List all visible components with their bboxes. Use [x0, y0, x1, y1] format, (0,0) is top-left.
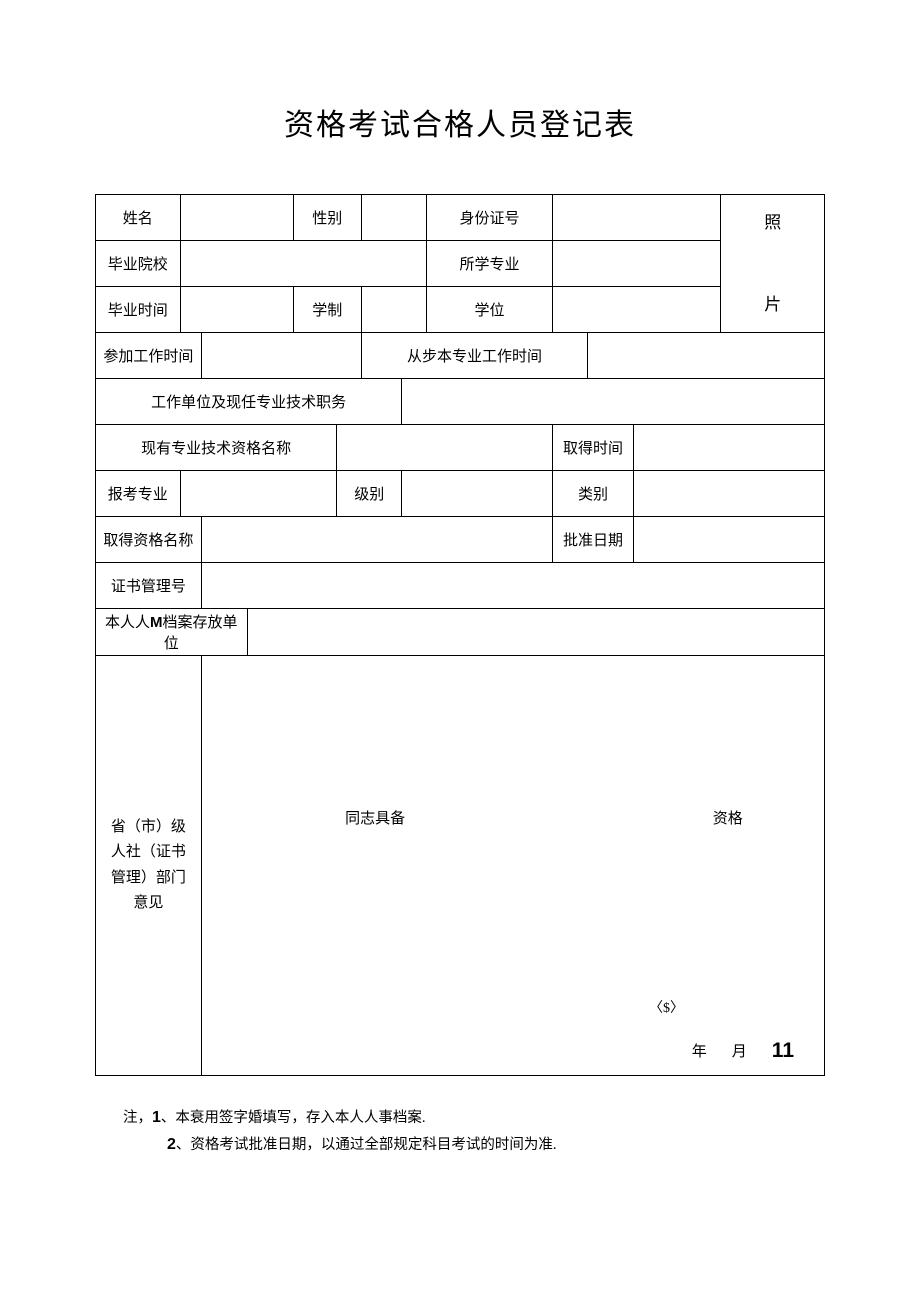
label-school: 毕业院校 [96, 241, 181, 287]
label-degree: 学位 [426, 287, 552, 333]
field-school[interactable] [180, 241, 426, 287]
label-approve-date: 批准日期 [553, 517, 634, 563]
label-schooling: 学制 [293, 287, 362, 333]
label-id-number: 身份证号 [426, 195, 552, 241]
label-name: 姓名 [96, 195, 181, 241]
field-obtained-qual[interactable] [201, 517, 552, 563]
footnote-2: 2、资格考试批准日期，以通过全部规定科目考试的时间为准. [123, 1131, 825, 1158]
label-current-qual: 现有专业技术资格名称 [96, 425, 337, 471]
footnotes: 注，1、本衰用签字婚填写，存入本人人事档案. 2、资格考试批准日期，以通过全部规… [95, 1104, 825, 1158]
footnote-1: 注，1、本衰用签字婚填写，存入本人人事档案. [123, 1104, 825, 1131]
date-line: 年 月 11 [692, 1039, 794, 1063]
field-schooling[interactable] [362, 287, 427, 333]
label-gender: 性别 [293, 195, 362, 241]
field-current-qual[interactable] [337, 425, 553, 471]
field-work-unit[interactable] [402, 379, 825, 425]
field-gender[interactable] [362, 195, 427, 241]
photo-char-top: 照 [723, 199, 822, 247]
label-obtain-time: 取得时间 [553, 425, 634, 471]
field-opinion[interactable]: 同志具备 资格 〈$〉 年 月 11 [201, 656, 824, 1076]
label-cert-no: 证书管理号 [96, 563, 202, 609]
field-work-start[interactable] [201, 333, 361, 379]
photo-box: 照 片 [721, 195, 825, 333]
field-obtain-time[interactable] [633, 425, 824, 471]
field-category[interactable] [633, 471, 824, 517]
label-category: 类别 [553, 471, 634, 517]
label-work-start: 参加工作时间 [96, 333, 202, 379]
label-grad-time: 毕业时间 [96, 287, 181, 333]
field-id-number[interactable] [553, 195, 721, 241]
label-level: 级别 [337, 471, 402, 517]
field-grad-time[interactable] [180, 287, 293, 333]
field-major[interactable] [553, 241, 721, 287]
label-pro-work-start: 从步本专业工作时间 [362, 333, 588, 379]
field-exam-major[interactable] [180, 471, 337, 517]
field-degree[interactable] [553, 287, 721, 333]
field-pro-work-start[interactable] [588, 333, 825, 379]
label-major: 所学专业 [426, 241, 552, 287]
registration-table: 姓名 性别 身份证号 照 片 毕业院校 所学专业 毕业时间 学制 学位 参加工作… [95, 194, 825, 1076]
label-file-unit: 本人人M档案存放单位 [96, 609, 248, 656]
field-approve-date[interactable] [633, 517, 824, 563]
field-name[interactable] [180, 195, 293, 241]
label-opinion: 省（市）级人社（证书管理）部门意见 [96, 656, 202, 1076]
form-title: 资格考试合格人员登记表 [95, 100, 825, 144]
field-cert-no[interactable] [201, 563, 824, 609]
field-file-unit[interactable] [247, 609, 824, 656]
label-exam-major: 报考专业 [96, 471, 181, 517]
label-obtained-qual: 取得资格名称 [96, 517, 202, 563]
field-level[interactable] [402, 471, 553, 517]
opinion-text-line: 同志具备 资格 [202, 807, 824, 828]
stamp-placeholder: 〈$〉 [649, 997, 684, 1017]
label-work-unit: 工作单位及现任专业技术职务 [96, 379, 402, 425]
photo-char-bottom: 片 [723, 281, 822, 329]
